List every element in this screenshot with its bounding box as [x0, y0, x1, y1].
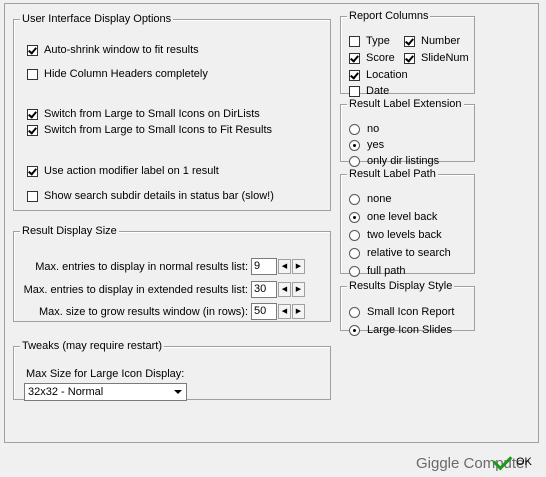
extended-results-input[interactable]: 30: [251, 281, 277, 298]
path-relative-option[interactable]: relative to search: [349, 245, 451, 261]
hide-column-headers-option[interactable]: Hide Column Headers completely: [27, 66, 208, 82]
small-icons-dirlists-checkbox[interactable]: [27, 108, 38, 120]
column-type-label: Type: [366, 35, 390, 47]
path-none-label: none: [367, 193, 392, 205]
action-modifier-option[interactable]: Use action modifier label on 1 result: [27, 163, 219, 179]
small-icons-dirlists-label: Switch from Large to Small Icons on DirL…: [44, 108, 260, 120]
path-relative-radio[interactable]: [349, 247, 360, 259]
result-display-size-legend: Result Display Size: [20, 225, 119, 237]
report-columns-group: Report Columns Type Number Score SlideNu…: [340, 10, 475, 97]
chevron-down-icon[interactable]: [171, 385, 185, 399]
small-icons-fit-label: Switch from Large to Small Icons to Fit …: [44, 124, 273, 136]
label-extension-group: Result Label Extension no yes only dir l…: [340, 98, 475, 167]
extension-dir-option[interactable]: only dir listings: [349, 153, 439, 169]
path-full-label: full path: [367, 265, 406, 277]
ok-button[interactable]: OK: [484, 450, 540, 474]
style-large-slides-option[interactable]: Large Icon Slides: [349, 322, 452, 338]
column-date-label: Date: [366, 85, 390, 97]
path-one-level-label: one level back: [367, 211, 438, 223]
subdir-details-option[interactable]: Show search subdir details in status bar…: [27, 188, 274, 204]
column-number-option[interactable]: Number: [404, 33, 460, 49]
label-path-legend: Result Label Path: [347, 168, 438, 180]
path-relative-label: relative to search: [367, 247, 451, 259]
subdir-details-label: Show search subdir details in status bar…: [44, 190, 274, 202]
path-one-level-radio[interactable]: [349, 211, 360, 223]
column-location-option[interactable]: Location: [349, 67, 408, 83]
tweaks-group: Tweaks (may require restart) Max Size fo…: [13, 340, 331, 401]
normal-results-increment[interactable]: ▶: [292, 259, 305, 274]
path-two-levels-option[interactable]: two levels back: [349, 227, 442, 243]
display-style-group: Results Display Style Small Icon Report …: [340, 280, 475, 336]
column-type-checkbox[interactable]: [349, 35, 360, 47]
hide-column-headers-label: Hide Column Headers completely: [44, 68, 208, 80]
column-slidenum-label: SlideNum: [421, 52, 469, 64]
grow-rows-input[interactable]: 50: [251, 303, 277, 320]
result-display-size-group: Result Display Size Max. entries to disp…: [13, 225, 331, 322]
style-large-slides-label: Large Icon Slides: [367, 324, 452, 336]
extended-results-label: Max. entries to display in extended resu…: [23, 284, 248, 296]
path-none-radio[interactable]: [349, 193, 360, 205]
extension-yes-radio[interactable]: [349, 139, 360, 151]
extended-results-increment[interactable]: ▶: [292, 282, 305, 297]
column-number-label: Number: [421, 35, 461, 47]
check-icon: [492, 450, 513, 470]
auto-shrink-checkbox[interactable]: [27, 44, 38, 56]
column-slidenum-checkbox[interactable]: [404, 52, 415, 64]
small-icons-fit-option[interactable]: Switch from Large to Small Icons to Fit …: [27, 122, 272, 138]
style-small-report-label: Small Icon Report: [367, 306, 455, 318]
report-columns-legend: Report Columns: [347, 10, 431, 22]
hide-column-headers-checkbox[interactable]: [27, 68, 38, 80]
large-icon-size-select[interactable]: 32x32 - Normal: [24, 383, 187, 401]
display-style-legend: Results Display Style: [347, 280, 455, 292]
grow-rows-label: Max. size to grow results window (in row…: [38, 306, 248, 318]
style-small-report-radio[interactable]: [349, 306, 360, 318]
column-slidenum-option[interactable]: SlideNum: [404, 50, 469, 66]
path-two-levels-radio[interactable]: [349, 229, 360, 241]
extension-dir-radio[interactable]: [349, 155, 360, 167]
large-icon-size-label: Max Size for Large Icon Display:: [26, 368, 185, 380]
style-large-slides-radio[interactable]: [349, 324, 360, 336]
column-number-checkbox[interactable]: [404, 35, 415, 47]
path-one-level-option[interactable]: one level back: [349, 209, 437, 225]
ok-button-label: OK: [516, 456, 532, 468]
column-location-label: Location: [366, 69, 408, 81]
path-two-levels-label: two levels back: [367, 229, 442, 241]
auto-shrink-label: Auto-shrink window to fit results: [44, 44, 199, 56]
action-modifier-checkbox[interactable]: [27, 165, 38, 177]
subdir-details-checkbox[interactable]: [27, 190, 38, 202]
normal-results-input[interactable]: 9: [251, 258, 277, 275]
path-full-option[interactable]: full path: [349, 263, 406, 279]
column-score-checkbox[interactable]: [349, 52, 360, 64]
column-location-checkbox[interactable]: [349, 69, 360, 81]
grow-rows-increment[interactable]: ▶: [292, 304, 305, 319]
column-type-option[interactable]: Type: [349, 33, 390, 49]
extended-results-decrement[interactable]: ◀: [278, 282, 291, 297]
extension-yes-label: yes: [367, 139, 385, 151]
path-full-radio[interactable]: [349, 265, 360, 277]
column-date-checkbox[interactable]: [349, 85, 360, 97]
tweaks-legend: Tweaks (may require restart): [20, 340, 164, 352]
extension-yes-option[interactable]: yes: [349, 137, 384, 153]
normal-results-label: Max. entries to display in normal result…: [35, 261, 248, 273]
column-score-label: Score: [366, 52, 395, 64]
normal-results-decrement[interactable]: ◀: [278, 259, 291, 274]
ui-display-options-legend: User Interface Display Options: [20, 13, 174, 25]
column-date-option[interactable]: Date: [349, 83, 389, 99]
auto-shrink-option[interactable]: Auto-shrink window to fit results: [27, 42, 199, 58]
label-path-group: Result Label Path none one level back tw…: [340, 168, 475, 277]
extension-no-label: no: [367, 123, 380, 135]
label-extension-legend: Result Label Extension: [347, 98, 464, 110]
extension-no-option[interactable]: no: [349, 121, 379, 137]
large-icon-size-value: 32x32 - Normal: [28, 386, 104, 398]
grow-rows-decrement[interactable]: ◀: [278, 304, 291, 319]
column-score-option[interactable]: Score: [349, 50, 395, 66]
action-modifier-label: Use action modifier label on 1 result: [44, 165, 219, 177]
extension-no-radio[interactable]: [349, 123, 360, 135]
path-none-option[interactable]: none: [349, 191, 391, 207]
style-small-report-option[interactable]: Small Icon Report: [349, 304, 454, 320]
small-icons-fit-checkbox[interactable]: [27, 124, 38, 136]
extension-dir-label: only dir listings: [367, 155, 440, 167]
ui-display-options-group: User Interface Display Options Auto-shri…: [13, 13, 331, 211]
small-icons-dirlists-option[interactable]: Switch from Large to Small Icons on DirL…: [27, 106, 260, 122]
